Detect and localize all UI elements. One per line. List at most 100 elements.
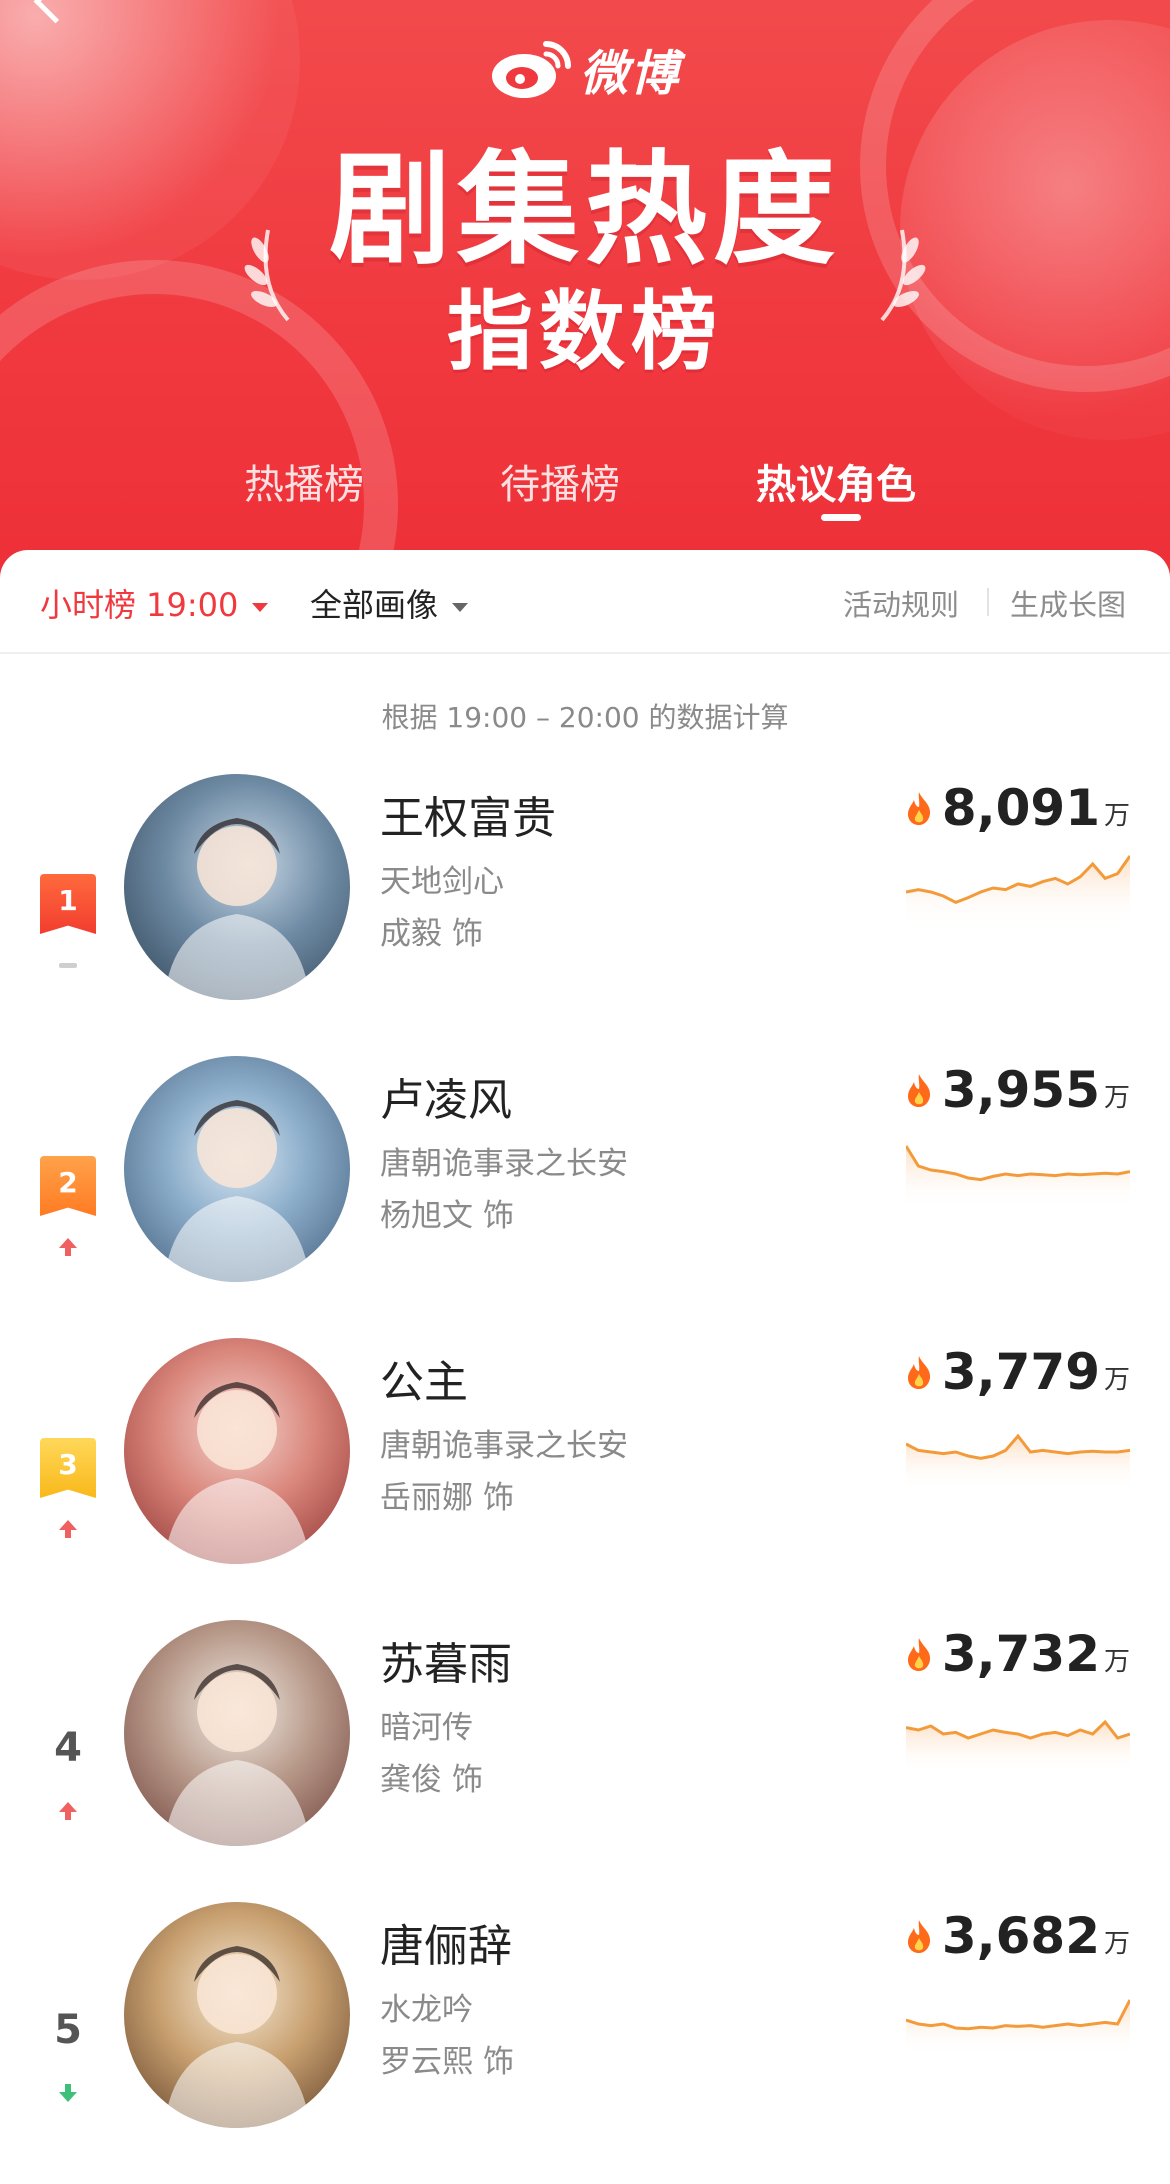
trend-sparkline bbox=[906, 1145, 1130, 1210]
portrait-silhouette bbox=[164, 1100, 310, 1282]
calculation-note: 根据 19:00 – 20:00 的数据计算 bbox=[381, 701, 789, 734]
sparkline-line bbox=[906, 1999, 1130, 2031]
heat-score-value: 3,955 bbox=[941, 1061, 1100, 1119]
actor-credit: 龚俊饰 bbox=[380, 1754, 483, 1799]
role-suffix: 饰 bbox=[452, 916, 483, 952]
sparkline-area bbox=[906, 1146, 1130, 1210]
ranking-row[interactable]: 1 王权富贵天地剑心成毅饰 8,091 万 bbox=[0, 774, 1170, 1056]
heat-score: 3,955 万 bbox=[904, 1060, 1130, 1120]
tab-hot-characters[interactable]: 热议角色 bbox=[756, 452, 916, 510]
time-filter-dropdown[interactable]: 小时榜 19:00 bbox=[40, 580, 269, 626]
character-avatar[interactable] bbox=[124, 774, 350, 1000]
portrait-silhouette bbox=[164, 818, 310, 1000]
character-name: 王权富贵 bbox=[380, 793, 556, 844]
tab-upcoming[interactable]: 待播榜 bbox=[500, 452, 620, 510]
logo-text: 微博 bbox=[580, 46, 681, 102]
actor-name: 罗云熙 bbox=[380, 2044, 473, 2080]
actor-credit: 成毅饰 bbox=[380, 908, 483, 953]
rank-number: 4 bbox=[54, 1725, 82, 1771]
arrow-down-icon bbox=[59, 2084, 77, 2102]
rules-link[interactable]: 活动规则 bbox=[843, 582, 959, 624]
character-avatar[interactable] bbox=[124, 1620, 350, 1846]
trend-sparkline bbox=[906, 1719, 1130, 1774]
flame-icon bbox=[907, 1074, 930, 1107]
role-suffix: 饰 bbox=[483, 1480, 514, 1516]
chevron-down-icon bbox=[452, 602, 469, 612]
rank-badge: 2 bbox=[40, 1156, 96, 1216]
flame-icon bbox=[907, 1356, 930, 1389]
divider bbox=[987, 588, 989, 616]
heat-score: 3,732 万 bbox=[904, 1624, 1130, 1684]
character-avatar[interactable] bbox=[124, 1338, 350, 1564]
ranking-card: 小时榜 19:00 全部画像 活动规则 生成长图 根据 19:00 – 20:0… bbox=[0, 550, 1170, 2152]
drama-title: 暗河传 bbox=[380, 1710, 473, 1746]
actor-name: 成毅 bbox=[380, 916, 442, 952]
header-banner: 微博 剧集热度 指数榜 热播榜 待播榜 热议角色 bbox=[0, 0, 1170, 600]
tab-bar: 热播榜 待播榜 热议角色 bbox=[0, 452, 1170, 522]
flame-icon bbox=[907, 1638, 930, 1671]
heat-score: 3,682 万 bbox=[904, 1906, 1130, 1966]
drama-title: 天地剑心 bbox=[380, 864, 504, 900]
heat-score-value: 3,732 bbox=[941, 1625, 1100, 1683]
character-name: 唐俪辞 bbox=[380, 1921, 512, 1972]
actor-name: 杨旭文 bbox=[380, 1198, 473, 1234]
actor-credit: 罗云熙饰 bbox=[380, 2036, 514, 2081]
role-suffix: 饰 bbox=[483, 2044, 514, 2080]
arrow-up-icon bbox=[59, 1238, 77, 1256]
character-avatar[interactable] bbox=[124, 1902, 350, 2128]
character-name: 公主 bbox=[380, 1357, 468, 1408]
rank-badge: 3 bbox=[40, 1438, 96, 1498]
role-suffix: 饰 bbox=[483, 1198, 514, 1234]
rank-number: 5 bbox=[54, 2007, 82, 2053]
laurel-left-icon bbox=[244, 229, 290, 322]
chevron-down-icon bbox=[252, 602, 269, 612]
active-tab-indicator bbox=[821, 514, 861, 521]
ranking-row[interactable]: 4 苏暮雨暗河传龚俊饰 3,732 万 bbox=[0, 1620, 1170, 1902]
ranking-row[interactable]: 3 公主 唐朝诡事录之长安 岳丽娜饰 3,779 万 bbox=[0, 1338, 1170, 1620]
drama-title: 唐朝诡事录之长安 bbox=[380, 1428, 628, 1464]
dash-icon bbox=[59, 963, 77, 968]
time-filter-label: 小时榜 19:00 bbox=[40, 586, 239, 624]
character-name: 卢凌风 bbox=[380, 1075, 512, 1126]
heat-score-value: 8,091 bbox=[941, 779, 1100, 837]
arrow-up-icon bbox=[59, 1520, 77, 1538]
heat-score: 3,779 万 bbox=[904, 1342, 1130, 1402]
ranking-row[interactable]: 2 卢凌风 唐朝诡事录之长安 杨旭文饰 3,955 万 bbox=[0, 1056, 1170, 1338]
arrow-up-icon bbox=[59, 1802, 77, 1820]
weibo-logo: 微博 bbox=[490, 34, 680, 104]
heat-score-unit: 万 bbox=[1103, 1365, 1130, 1395]
page-title: 剧集热度 bbox=[329, 139, 841, 281]
actor-credit: 岳丽娜饰 bbox=[380, 1472, 514, 1517]
rank-badge: 1 bbox=[40, 874, 96, 934]
drama-title: 水龙吟 bbox=[380, 1992, 473, 2028]
category-filter-label: 全部画像 bbox=[310, 586, 439, 624]
ranking-row[interactable]: 5 唐俪辞水龙吟罗云熙饰 3,682 万 bbox=[0, 1902, 1170, 2184]
portrait-silhouette bbox=[164, 1664, 310, 1846]
sparkline-area bbox=[906, 1436, 1130, 1492]
heat-score: 8,091 万 bbox=[904, 778, 1130, 838]
character-avatar[interactable] bbox=[124, 1056, 350, 1282]
actor-credit: 杨旭文饰 bbox=[380, 1190, 514, 1235]
actor-name: 龚俊 bbox=[380, 1762, 442, 1798]
heat-score-value: 3,682 bbox=[941, 1907, 1100, 1965]
role-suffix: 饰 bbox=[452, 1762, 483, 1798]
trend-sparkline bbox=[906, 1433, 1130, 1492]
tab-hot-playing[interactable]: 热播榜 bbox=[244, 452, 364, 510]
heat-score-unit: 万 bbox=[1103, 1647, 1130, 1677]
actor-name: 岳丽娜 bbox=[380, 1480, 473, 1516]
category-filter-dropdown[interactable]: 全部画像 bbox=[310, 580, 469, 626]
heat-score-unit: 万 bbox=[1103, 1929, 1130, 1959]
heat-score-value: 3,779 bbox=[941, 1343, 1100, 1401]
sparkline-area bbox=[906, 2000, 1130, 2056]
heat-score-unit: 万 bbox=[1103, 801, 1130, 831]
flame-icon bbox=[907, 792, 930, 825]
trend-sparkline bbox=[906, 855, 1130, 928]
character-name: 苏暮雨 bbox=[380, 1639, 512, 1690]
weibo-eye-icon bbox=[492, 41, 571, 98]
laurel-right-icon bbox=[880, 229, 926, 322]
portrait-silhouette bbox=[164, 1946, 310, 2128]
portrait-silhouette bbox=[164, 1382, 310, 1564]
filter-bar: 小时榜 19:00 全部画像 活动规则 生成长图 bbox=[0, 550, 1170, 654]
generate-image-link[interactable]: 生成长图 bbox=[1010, 582, 1126, 624]
drama-title: 唐朝诡事录之长安 bbox=[380, 1146, 628, 1182]
